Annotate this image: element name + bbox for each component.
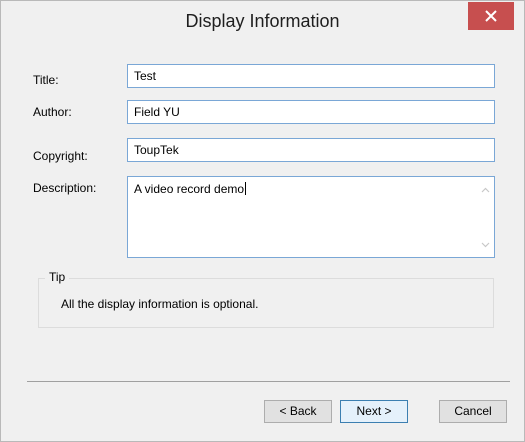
- footer-separator: [27, 381, 510, 382]
- title-input[interactable]: Test: [127, 64, 495, 88]
- description-scrollbar[interactable]: [477, 177, 494, 257]
- dialog-title: Display Information: [185, 11, 340, 31]
- description-textarea[interactable]: A video record demo: [127, 176, 495, 258]
- copyright-input[interactable]: ToupTek: [127, 138, 495, 162]
- author-label: Author:: [33, 105, 72, 119]
- chevron-up-icon: [481, 187, 490, 192]
- scroll-down-button[interactable]: [477, 236, 494, 253]
- title-bar: Display Information: [1, 1, 524, 45]
- description-label: Description:: [33, 181, 97, 195]
- next-button[interactable]: Next >: [340, 400, 408, 423]
- title-label: Title:: [33, 73, 59, 87]
- tip-text: All the display information is optional.: [61, 297, 259, 311]
- dialog-window: Display Information Title: Test Author: …: [0, 0, 525, 442]
- cancel-button[interactable]: Cancel: [439, 400, 507, 423]
- chevron-down-icon: [481, 242, 490, 247]
- description-text: A video record demo: [134, 182, 245, 196]
- back-button[interactable]: < Back: [264, 400, 332, 423]
- close-button[interactable]: [468, 2, 514, 30]
- scroll-up-button[interactable]: [477, 181, 494, 198]
- text-caret: [245, 182, 247, 195]
- copyright-label: Copyright:: [33, 149, 88, 163]
- author-input[interactable]: Field YU: [127, 100, 495, 124]
- tip-group-label: Tip: [45, 270, 70, 284]
- close-icon: [485, 10, 497, 22]
